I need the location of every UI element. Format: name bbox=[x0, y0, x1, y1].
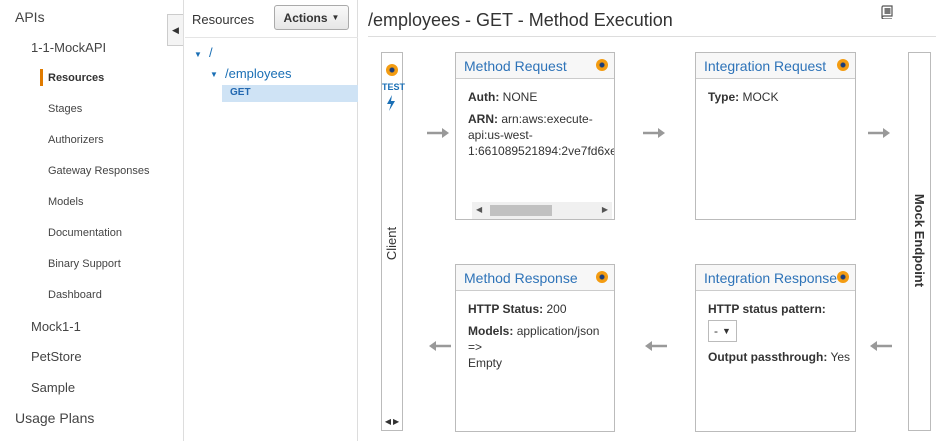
arrow-left-icon bbox=[645, 341, 667, 351]
method-response-box: Method Response HTTP Status: 200 Models:… bbox=[455, 264, 615, 432]
active-indicator bbox=[40, 69, 43, 86]
nav-resources[interactable]: Resources bbox=[48, 72, 104, 84]
nav-api-mock1-1[interactable]: Mock1-1 bbox=[31, 319, 81, 334]
arrow-right-icon bbox=[427, 128, 449, 138]
nav-api-petstore[interactable]: PetStore bbox=[31, 349, 82, 364]
info-icon[interactable] bbox=[596, 271, 608, 283]
tree-expand-icon[interactable]: ▼ bbox=[194, 50, 202, 59]
box-header: Integration Response bbox=[696, 265, 855, 291]
mock-endpoint-label: Mock Endpoint bbox=[912, 193, 928, 287]
integration-request-link[interactable]: Integration Request bbox=[704, 58, 826, 74]
box-header: Method Request bbox=[456, 53, 614, 79]
nav-api-1-1-mockapi[interactable]: 1-1-MockAPI bbox=[31, 40, 106, 55]
info-icon[interactable] bbox=[386, 64, 398, 76]
actions-label: Actions bbox=[283, 10, 328, 25]
integration-request-box: Integration Request Type: MOCK bbox=[695, 52, 856, 220]
tree-node-employees[interactable]: /employees bbox=[225, 66, 291, 81]
scrollbar-thumb[interactable] bbox=[490, 205, 552, 216]
page-title: /employees - GET - Method Execution bbox=[368, 10, 673, 30]
nav-apis[interactable]: APIs bbox=[15, 9, 45, 25]
nav-models[interactable]: Models bbox=[48, 196, 83, 208]
arrow-left-icon bbox=[870, 341, 892, 351]
client-scroll-control[interactable]: ◀ ▶ bbox=[382, 414, 402, 428]
type-row: Type: MOCK bbox=[708, 90, 779, 104]
output-passthrough-row: Output passthrough: Yes bbox=[708, 350, 851, 364]
models-row: Models: application/json => Empty bbox=[468, 324, 600, 370]
client-label: Client bbox=[384, 226, 400, 260]
scroll-left-icon[interactable]: ◀ bbox=[476, 205, 482, 214]
nav-usage-plans[interactable]: Usage Plans bbox=[15, 410, 94, 426]
integration-response-box: Integration Response HTTP status pattern… bbox=[695, 264, 856, 432]
status-pattern-label: HTTP status pattern: bbox=[708, 302, 826, 316]
actions-button[interactable]: Actions ▼ bbox=[274, 5, 349, 30]
nav-authorizers[interactable]: Authorizers bbox=[48, 134, 104, 146]
collapse-nav-button[interactable]: ◀ bbox=[167, 14, 183, 46]
method-request-box: Method Request Auth: NONE ARN: arn:aws:e… bbox=[455, 52, 615, 220]
nav-gateway-responses[interactable]: Gateway Responses bbox=[48, 165, 150, 177]
method-response-link[interactable]: Method Response bbox=[464, 270, 578, 286]
box-header: Integration Request bbox=[696, 53, 855, 79]
horizontal-scrollbar[interactable]: ◀ ▶ bbox=[472, 202, 612, 219]
nav-api-sample[interactable]: Sample bbox=[31, 380, 75, 395]
method-request-link[interactable]: Method Request bbox=[464, 58, 567, 74]
arn-row: ARN: arn:aws:execute- api:us-west- 1:661… bbox=[468, 112, 615, 158]
nav-stages[interactable]: Stages bbox=[48, 103, 82, 115]
tree-expand-icon[interactable]: ▼ bbox=[210, 70, 218, 79]
resources-panel: Resources Actions ▼ ▼ / ▼ /employees GET bbox=[185, 0, 358, 441]
nav-binary-support[interactable]: Binary Support bbox=[48, 258, 121, 270]
lightning-bolt-icon[interactable] bbox=[385, 95, 397, 111]
left-nav: APIs 1-1-MockAPI Resources Stages Author… bbox=[0, 0, 184, 441]
info-icon[interactable] bbox=[596, 59, 608, 71]
info-icon[interactable] bbox=[837, 271, 849, 283]
chevron-left-icon: ◀ bbox=[172, 24, 179, 35]
tree-node-get[interactable]: GET bbox=[222, 85, 358, 102]
arrow-left-icon bbox=[429, 341, 451, 351]
status-pattern-select[interactable]: - ▼ bbox=[708, 320, 737, 342]
caret-down-icon: ▼ bbox=[722, 326, 731, 336]
arrow-right-icon bbox=[868, 128, 890, 138]
scroll-left-icon[interactable]: ◀ bbox=[385, 417, 391, 426]
http-status-row: HTTP Status: 200 bbox=[468, 302, 567, 316]
caret-down-icon: ▼ bbox=[331, 13, 340, 22]
box-header: Method Response bbox=[456, 265, 614, 291]
test-link[interactable]: TEST bbox=[382, 82, 405, 92]
method-get-label: GET bbox=[230, 87, 251, 98]
scroll-right-icon[interactable]: ▶ bbox=[602, 205, 608, 214]
arrow-right-icon bbox=[643, 128, 665, 138]
divider bbox=[185, 37, 358, 38]
scroll-right-icon[interactable]: ▶ bbox=[393, 417, 399, 426]
nav-dashboard[interactable]: Dashboard bbox=[48, 289, 102, 301]
book-icon[interactable] bbox=[880, 5, 894, 19]
info-icon[interactable] bbox=[837, 59, 849, 71]
title-divider bbox=[368, 36, 936, 37]
auth-row: Auth: NONE bbox=[468, 90, 538, 104]
nav-documentation[interactable]: Documentation bbox=[48, 227, 122, 239]
tree-node-root[interactable]: / bbox=[209, 45, 213, 60]
integration-response-link[interactable]: Integration Response bbox=[704, 270, 837, 286]
resources-title: Resources bbox=[192, 12, 255, 27]
